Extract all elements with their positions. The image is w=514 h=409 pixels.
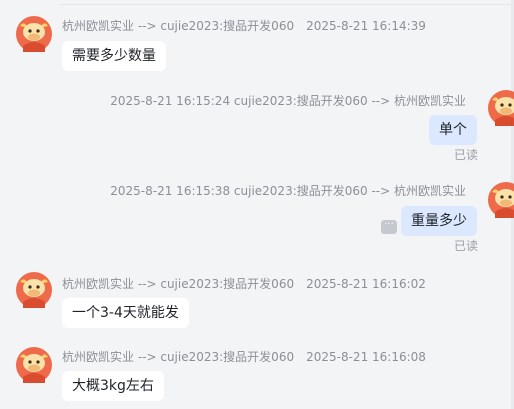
avatar[interactable] — [16, 16, 52, 52]
message-meta: 杭州欧凯实业 --> cujie2023:搜品开发060 2025-8-21 16… — [62, 275, 426, 292]
avatar[interactable] — [16, 272, 52, 308]
timestamp: 2025-8-21 16:15:38 — [110, 184, 231, 198]
avatar[interactable] — [488, 90, 514, 126]
message-meta: 2025-8-21 16:15:24 cujie2023:搜品开发060 -->… — [110, 92, 466, 109]
top-divider — [60, 4, 514, 5]
message-bubble[interactable]: 需要多少数量 — [62, 41, 166, 71]
avatar[interactable] — [488, 182, 514, 218]
message-meta: 杭州欧凯实业 --> cujie2023:搜品开发060 2025-8-21 16… — [62, 348, 426, 365]
message-bubble[interactable]: 一个3-4天就能发 — [62, 298, 189, 328]
sender-label: cujie2023:搜品开发060 --> 杭州欧凯实业 — [233, 184, 466, 198]
message-bubble[interactable]: 大概3kg左右 — [62, 371, 164, 401]
timestamp: 2025-8-21 16:15:24 — [110, 94, 231, 108]
message-bubble[interactable]: 重量多少 — [401, 206, 477, 236]
timestamp: 2025-8-21 16:16:08 — [306, 350, 426, 364]
avatar[interactable] — [16, 347, 52, 383]
sender-label: 杭州欧凯实业 --> cujie2023:搜品开发060 — [62, 19, 295, 33]
read-status: 已读 — [453, 148, 478, 162]
sender-label: 杭州欧凯实业 --> cujie2023:搜品开发060 — [62, 277, 295, 291]
message-meta: 杭州欧凯实业 --> cujie2023:搜品开发060 2025-8-21 16… — [62, 17, 426, 34]
sender-label: cujie2023:搜品开发060 --> 杭州欧凯实业 — [233, 94, 466, 108]
read-status: 已读 — [453, 239, 478, 253]
timestamp: 2025-8-21 16:14:39 — [306, 19, 426, 33]
timestamp: 2025-8-21 16:16:02 — [306, 277, 426, 291]
message-meta: 2025-8-21 16:15:38 cujie2023:搜品开发060 -->… — [110, 182, 466, 199]
message-bubble[interactable]: 单个 — [429, 115, 477, 145]
ellipsis-icon[interactable]: ··· — [381, 220, 397, 234]
sender-label: 杭州欧凯实业 --> cujie2023:搜品开发060 — [62, 350, 295, 364]
